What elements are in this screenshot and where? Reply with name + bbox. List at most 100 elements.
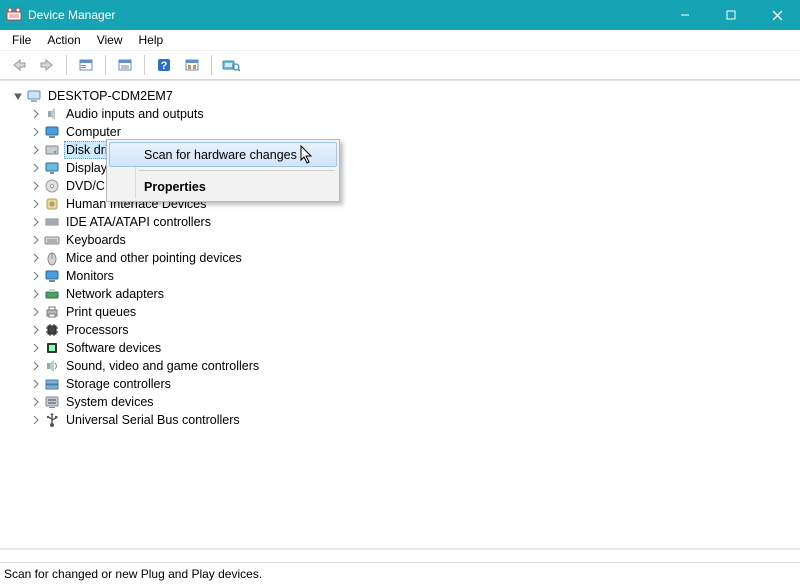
hid-icon	[44, 196, 60, 212]
computer-icon	[26, 88, 42, 104]
tree-item-label: Mice and other pointing devices	[64, 249, 244, 267]
chevron-right-icon[interactable]	[30, 198, 42, 210]
tree-item-label: Monitors	[64, 267, 116, 285]
tree-item-label: Audio inputs and outputs	[64, 105, 206, 123]
chevron-right-icon[interactable]	[30, 252, 42, 264]
tree-item-label: Software devices	[64, 339, 163, 357]
context-menu-properties[interactable]: Properties	[109, 174, 337, 199]
help-button[interactable]: ?	[151, 53, 177, 77]
chevron-right-icon[interactable]	[30, 360, 42, 372]
monitor-icon	[44, 124, 60, 140]
toolbar: ?	[0, 51, 800, 80]
tree-item-label: DVD/C	[64, 177, 107, 195]
tree-item-label: System devices	[64, 393, 156, 411]
tree-item-label: Processors	[64, 321, 131, 339]
chevron-right-icon[interactable]	[30, 144, 42, 156]
sound-icon	[44, 358, 60, 374]
tree-item[interactable]: Keyboards	[30, 231, 800, 249]
tree-item-label: Disk dri	[64, 141, 110, 159]
network-icon	[44, 286, 60, 302]
status-text: Scan for changed or new Plug and Play de…	[4, 567, 262, 581]
monitor-icon	[44, 268, 60, 284]
menu-action[interactable]: Action	[39, 31, 88, 49]
close-button[interactable]	[754, 0, 800, 30]
chevron-right-icon[interactable]	[30, 234, 42, 246]
chevron-down-icon[interactable]	[12, 90, 24, 102]
cpu-icon	[44, 322, 60, 338]
storage-icon	[44, 376, 60, 392]
app-icon	[6, 7, 22, 23]
chevron-right-icon[interactable]	[30, 216, 42, 228]
ide-icon	[44, 214, 60, 230]
svg-text:?: ?	[161, 60, 168, 72]
scan-hardware-button[interactable]	[218, 53, 244, 77]
chevron-right-icon[interactable]	[30, 270, 42, 282]
tree-item[interactable]: Software devices	[30, 339, 800, 357]
tree-root-label: DESKTOP-CDM2EM7	[46, 87, 175, 105]
tree-item[interactable]: Storage controllers	[30, 375, 800, 393]
chevron-right-icon[interactable]	[30, 306, 42, 318]
chevron-right-icon[interactable]	[30, 126, 42, 138]
context-menu: Scan for hardware changes Properties	[106, 139, 340, 202]
tree-item-label: IDE ATA/ATAPI controllers	[64, 213, 213, 231]
titlebar: Device Manager	[0, 0, 800, 30]
mouse-icon	[44, 250, 60, 266]
status-spacer	[0, 549, 800, 562]
tree-item[interactable]: Network adapters	[30, 285, 800, 303]
tree-item-label: Storage controllers	[64, 375, 173, 393]
tree-item-label: Sound, video and game controllers	[64, 357, 261, 375]
device-manager-window: Device Manager File Action View Help	[0, 0, 800, 585]
tree-root[interactable]: DESKTOP-CDM2EM7	[12, 87, 800, 105]
tree-item-label: Universal Serial Bus controllers	[64, 411, 242, 429]
context-menu-scan-label: Scan for hardware changes	[144, 148, 297, 162]
action-button[interactable]	[179, 53, 205, 77]
chevron-right-icon[interactable]	[30, 396, 42, 408]
device-tree[interactable]: DESKTOP-CDM2EM7 Audio inputs and outputs…	[0, 81, 800, 429]
back-button[interactable]	[6, 53, 32, 77]
chevron-right-icon[interactable]	[30, 414, 42, 426]
dvd-icon	[44, 178, 60, 194]
menu-file[interactable]: File	[4, 31, 39, 49]
properties-button[interactable]	[112, 53, 138, 77]
context-menu-scan[interactable]: Scan for hardware changes	[109, 142, 337, 167]
software-icon	[44, 340, 60, 356]
menu-help[interactable]: Help	[131, 31, 172, 49]
chevron-right-icon[interactable]	[30, 180, 42, 192]
show-hide-console-tree-button[interactable]	[73, 53, 99, 77]
tree-item[interactable]: IDE ATA/ATAPI controllers	[30, 213, 800, 231]
tree-item[interactable]: Sound, video and game controllers	[30, 357, 800, 375]
device-tree-area: DESKTOP-CDM2EM7 Audio inputs and outputs…	[0, 80, 800, 549]
window-title: Device Manager	[28, 8, 115, 22]
tree-item[interactable]: Monitors	[30, 267, 800, 285]
chevron-right-icon[interactable]	[30, 378, 42, 390]
statusbar: Scan for changed or new Plug and Play de…	[0, 562, 800, 585]
usb-icon	[44, 412, 60, 428]
chevron-right-icon[interactable]	[30, 342, 42, 354]
display-icon	[44, 160, 60, 176]
tree-item[interactable]: Universal Serial Bus controllers	[30, 411, 800, 429]
tree-item[interactable]: Processors	[30, 321, 800, 339]
chevron-right-icon[interactable]	[30, 162, 42, 174]
context-menu-properties-label: Properties	[144, 180, 206, 194]
tree-item-label: Network adapters	[64, 285, 166, 303]
tree-item-label: Display	[64, 159, 109, 177]
forward-button[interactable]	[34, 53, 60, 77]
speaker-icon	[44, 106, 60, 122]
menu-view[interactable]: View	[89, 31, 131, 49]
minimize-button[interactable]	[662, 0, 708, 30]
chevron-right-icon[interactable]	[30, 324, 42, 336]
tree-item[interactable]: System devices	[30, 393, 800, 411]
maximize-button[interactable]	[708, 0, 754, 30]
tree-item[interactable]: Print queues	[30, 303, 800, 321]
system-icon	[44, 394, 60, 410]
disk-icon	[44, 142, 60, 158]
tree-item[interactable]: Audio inputs and outputs	[30, 105, 800, 123]
context-menu-separator	[139, 170, 335, 171]
window-controls	[662, 0, 800, 30]
chevron-right-icon[interactable]	[30, 108, 42, 120]
tree-item[interactable]: Mice and other pointing devices	[30, 249, 800, 267]
keyboard-icon	[44, 232, 60, 248]
printer-icon	[44, 304, 60, 320]
chevron-right-icon[interactable]	[30, 288, 42, 300]
tree-item-label: Keyboards	[64, 231, 128, 249]
